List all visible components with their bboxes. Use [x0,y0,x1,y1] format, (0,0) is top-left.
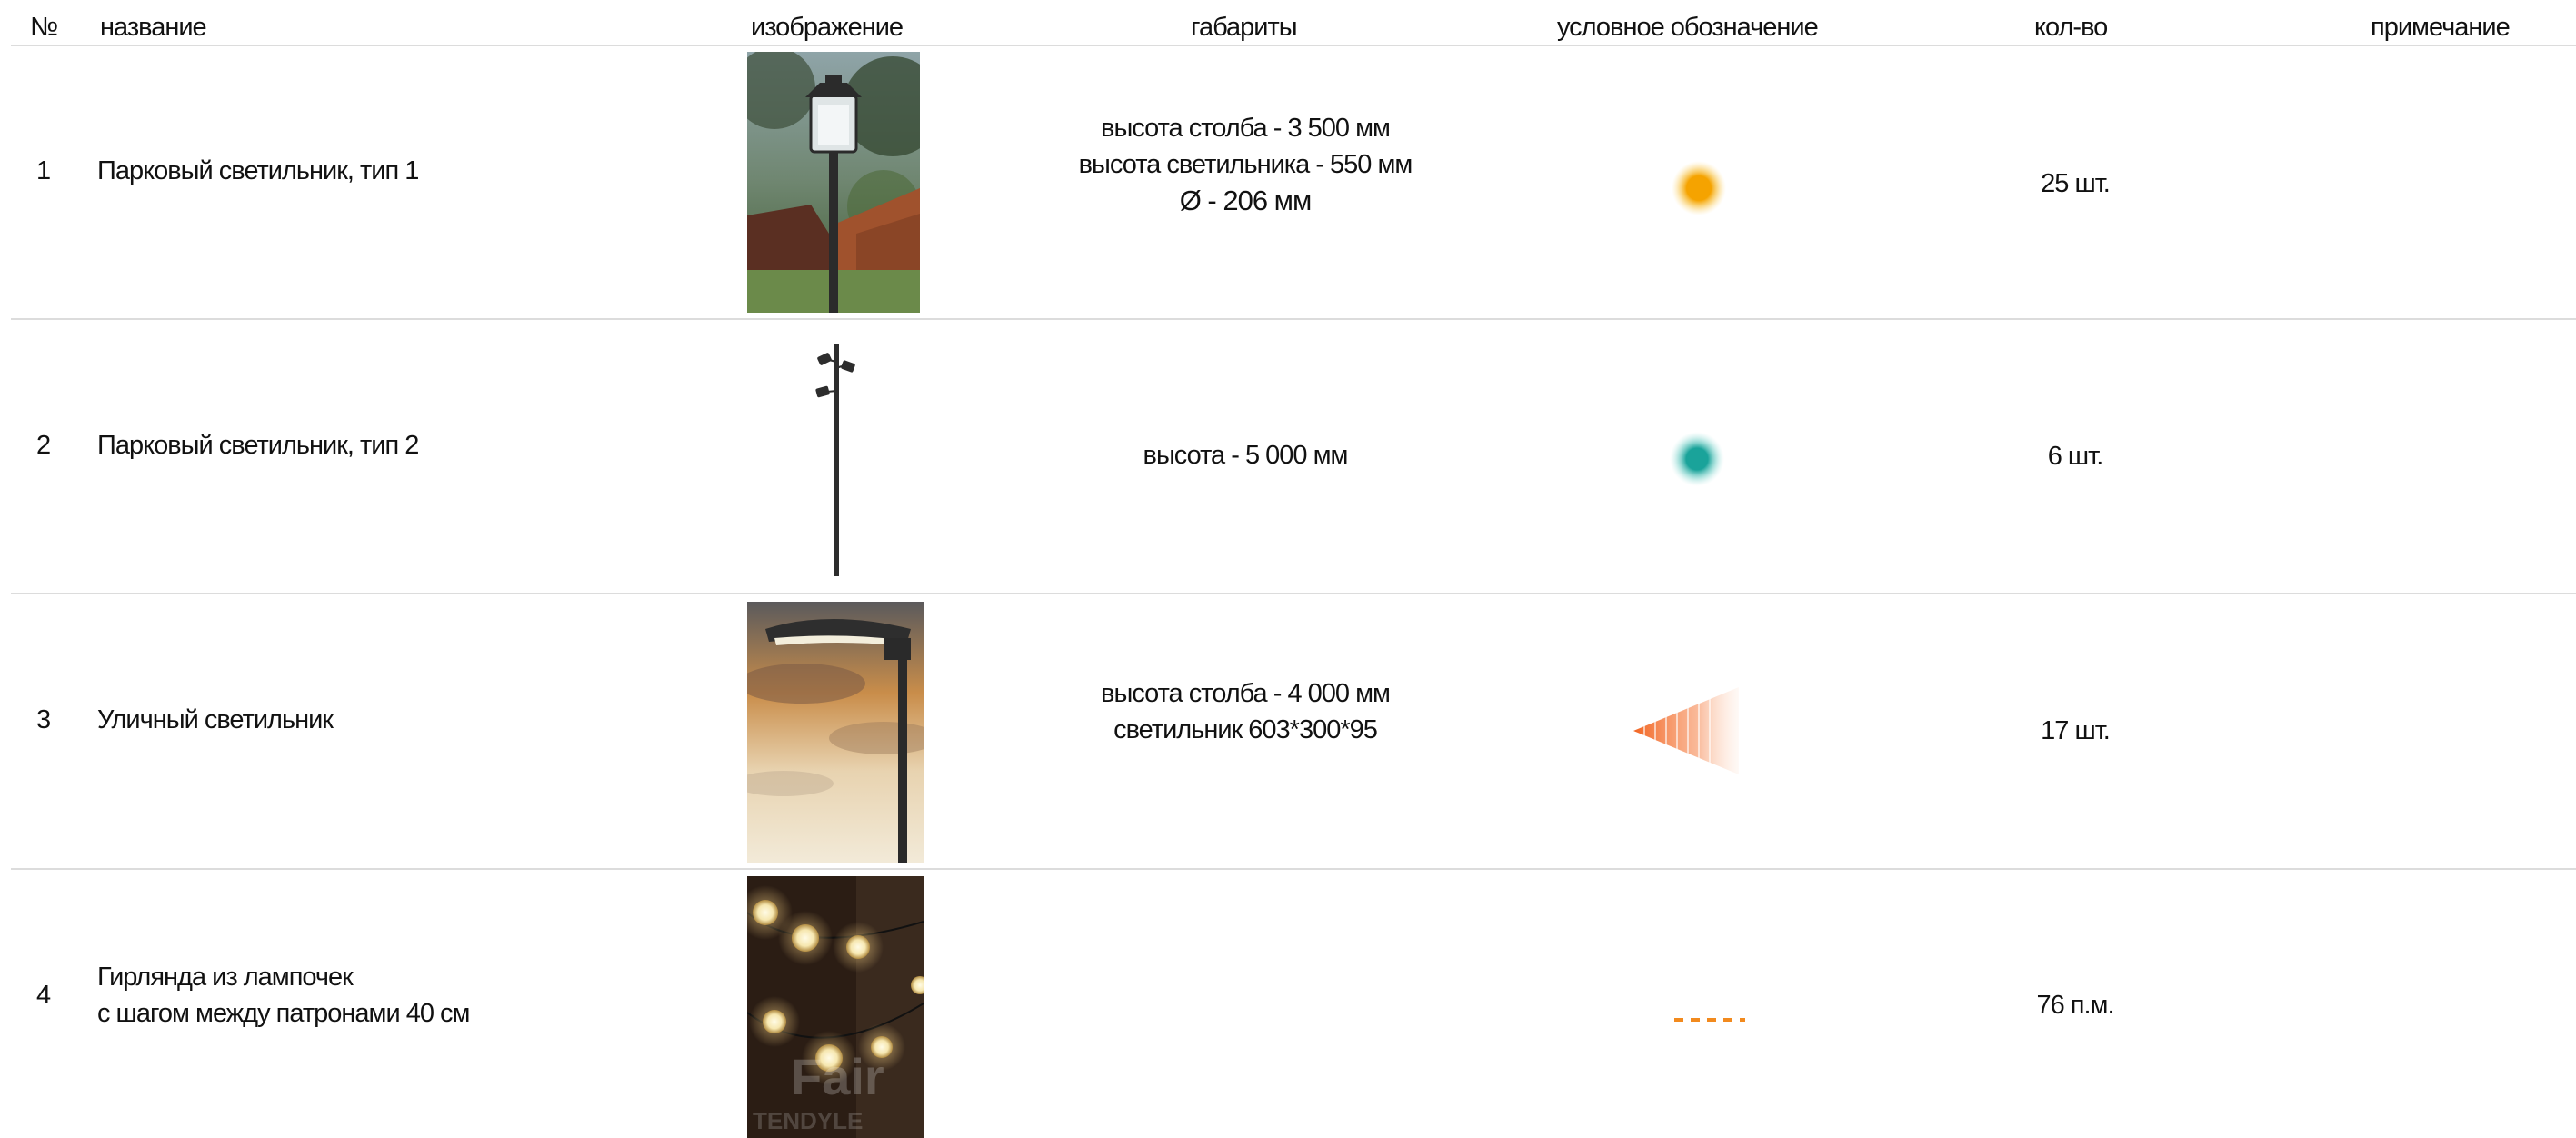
item-dimensions: высота столба - 3 500 мм высота светильн… [973,110,1518,219]
dimension-line: Ø - 206 мм [1179,185,1313,216]
item-name: Гирлянда из лампочек с шагом между патро… [97,959,470,1032]
svg-text:Fair: Fair [791,1048,884,1105]
item-name-line: Парковый светильник, тип 1 [97,156,419,185]
row-number: 4 [36,981,51,1010]
row-divider [11,593,2576,594]
light-cone-symbol [1632,687,1741,774]
light-cone-symbol-art [1633,687,1739,774]
dimension-line: высота столба - 3 500 мм [1101,114,1391,143]
orange-dot-symbol [1672,161,1726,215]
item-name-line: Уличный светильник [97,705,334,734]
item-dimensions: высота столба - 4 000 мм светильник 603*… [973,675,1518,748]
item-name: Парковый светильник, тип 2 [97,427,419,464]
header-no: № [30,13,58,42]
header-divider [11,45,2576,46]
row-divider [11,318,2576,320]
teal-dot-symbol [1670,432,1724,486]
row-number: 1 [36,156,51,185]
header-quantity: кол-во [2034,13,2108,42]
spotlight-pole-photo [800,342,873,578]
item-dimensions: высота - 5 000 мм [973,437,1518,474]
bulb-garland-photo: Fair TENDYLE [747,876,924,1138]
dashed-line-symbol [1672,1012,1745,1022]
item-name: Уличный светильник [97,702,334,738]
bulb-garland-photo-art: Fair TENDYLE [747,876,924,1138]
item-name-line: Гирлянда из лампочек [97,963,354,992]
row-number: 3 [36,705,51,734]
item-quantity: 76 п.м. [2036,991,2114,1020]
park-lamp-photo-art [747,52,920,313]
item-name-line: с шагом между патронами 40 см [97,999,470,1028]
item-name-line: Парковый светильник, тип 2 [97,431,419,460]
spotlight-pole-photo-art [815,344,855,576]
row-divider [11,868,2576,870]
row-number: 2 [36,431,51,460]
header-note: примечание [2371,13,2511,42]
dimension-line: высота - 5 000 мм [1143,441,1349,470]
street-lamp-photo [747,602,924,863]
dimension-line: высота столба - 4 000 мм [1101,679,1391,708]
orange-dot-symbol-art [1672,161,1726,215]
dimension-line: светильник 603*300*95 [1113,715,1378,744]
item-quantity: 6 шт. [2047,442,2104,471]
item-name: Парковый светильник, тип 1 [97,153,419,189]
header-symbol: условное обозначение [1557,13,1819,42]
header-dimensions: габариты [1191,13,1298,42]
item-quantity: 25 шт. [2041,169,2111,198]
svg-text:TENDYLE: TENDYLE [753,1107,863,1134]
header-name: название [100,13,207,42]
dashed-line-symbol-art [1674,1018,1745,1022]
header-image: изображение [751,13,904,42]
park-lamp-photo [747,52,920,313]
teal-dot-symbol-art [1670,432,1724,486]
dimension-line: высота светильника - 550 мм [1078,150,1413,179]
street-lamp-photo-art [747,602,924,863]
item-quantity: 17 шт. [2041,716,2111,745]
